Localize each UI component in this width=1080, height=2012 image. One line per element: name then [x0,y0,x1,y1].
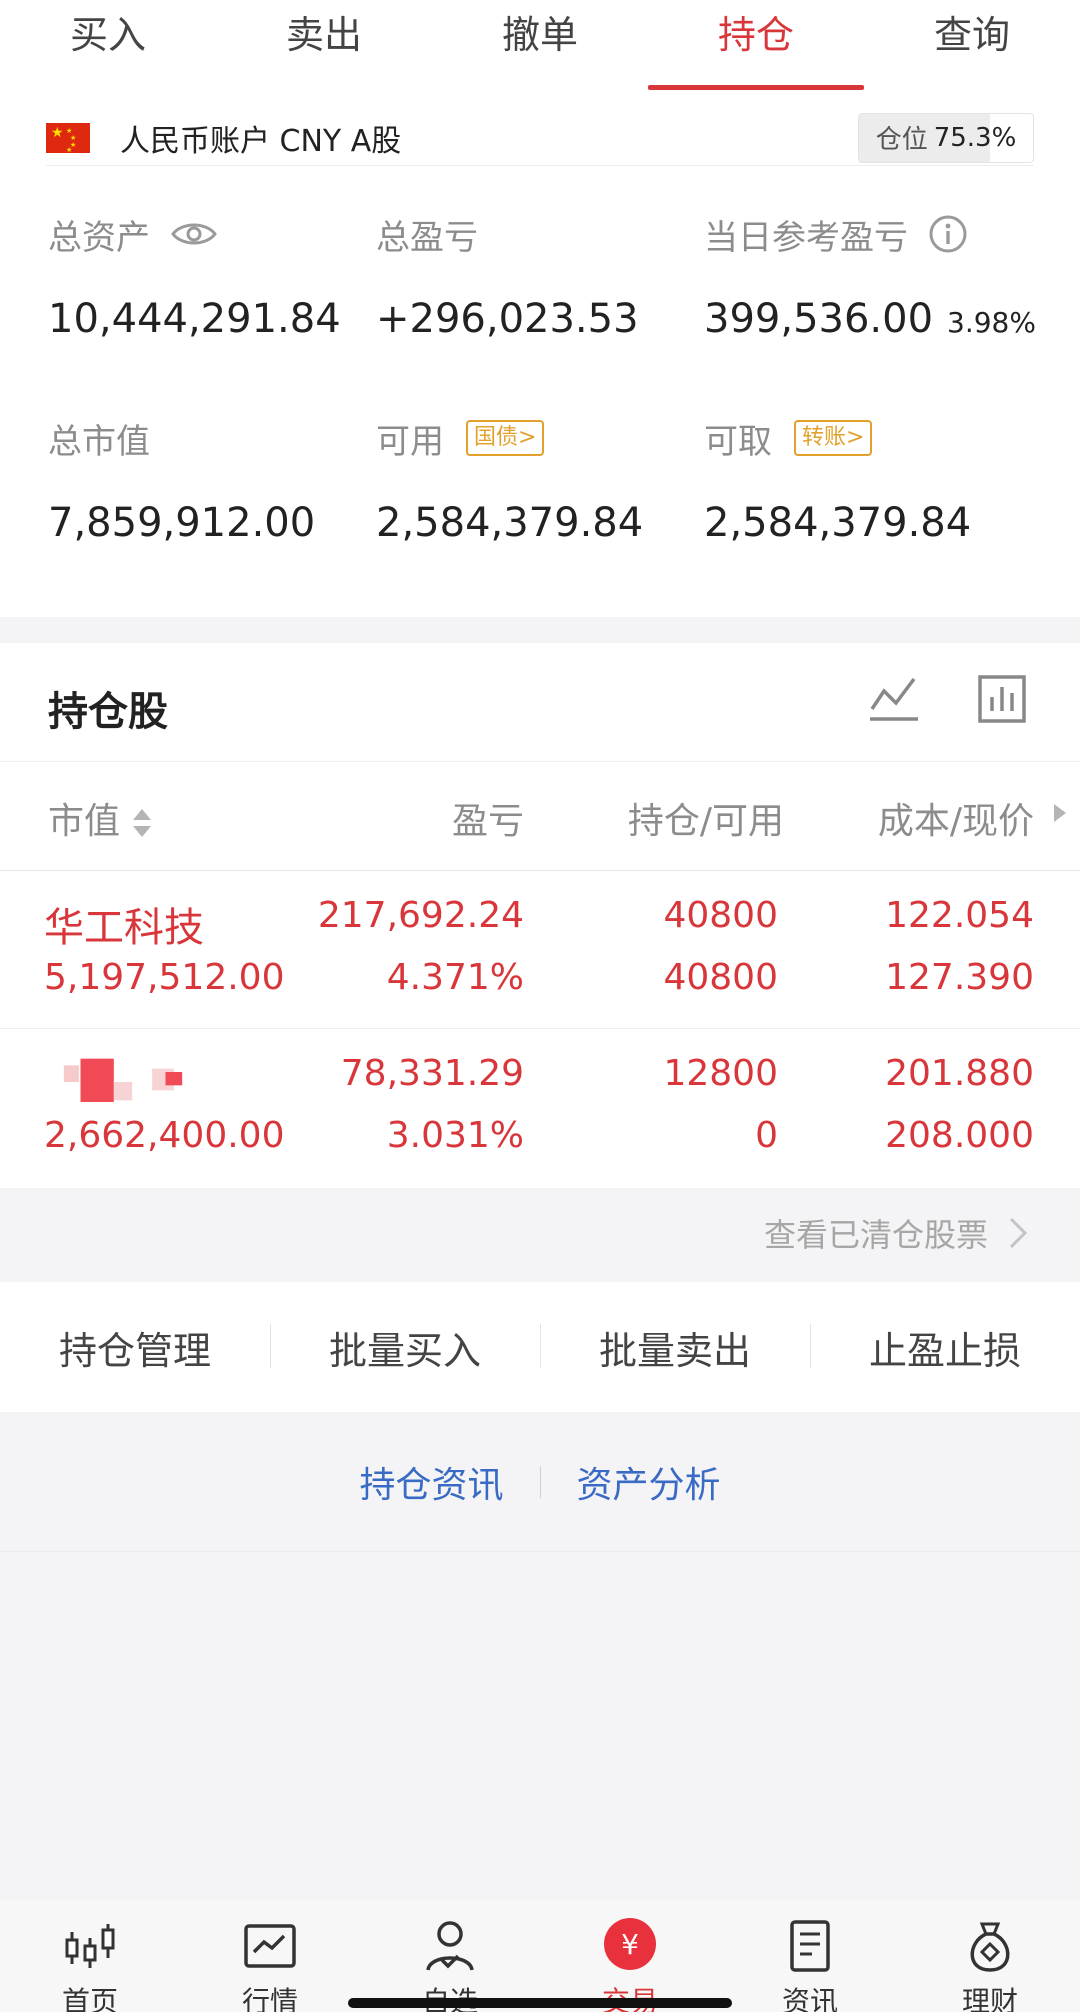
home-indicator [348,1998,732,2008]
total-assets-value: 10,444,291.84 [48,296,341,342]
nav-news[interactable]: 资讯 [720,1900,900,2012]
sort-icon [133,809,152,837]
nav-trade[interactable]: ¥ 交易 [540,1900,720,2012]
day-pnl-percent: 3.98% [947,306,1036,339]
total-pnl-label: 总盈亏 [376,217,478,258]
day-pnl-stat: 当日参考盈亏 399,536.00 3.98% [704,210,1036,342]
line-chart-icon[interactable] [868,673,920,725]
column-market-value[interactable]: 市值 [48,792,153,844]
nav-watchlist[interactable]: 自选 [360,1900,540,2012]
document-icon [790,1920,830,1972]
svg-text:¥: ¥ [621,1928,639,1961]
account-name: 人民币账户 CNY A股 [120,123,402,159]
total-assets-stat: 总资产 10,444,291.84 [48,210,341,343]
column-pnl[interactable]: 盈亏 [452,792,524,844]
nav-wealth-label: 理财 [961,1985,1018,2012]
holding-row[interactable]: 2,662,400.00 78,331.29 3.031% 12800 0 20… [0,1029,1080,1187]
stock-pnl-percent: 4.371% [386,957,524,998]
stock-holding: 40800 [663,895,778,936]
info-icon[interactable] [928,214,968,254]
stock-cost: 122.054 [885,895,1034,936]
total-pnl-value: +296,023.53 [376,296,639,342]
stock-pnl: 217,692.24 [317,895,524,936]
market-value-label: 总市值 [48,421,150,462]
nav-news-label: 资讯 [781,1985,838,2012]
nav-home[interactable]: 首页 [0,1900,180,2012]
stock-price: 208.000 [885,1115,1034,1156]
tab-buy[interactable]: 买入 [0,0,216,92]
day-pnl-amount: 399,536.00 [704,296,934,342]
market-value-stat: 总市值 7,859,912.00 [48,414,316,547]
stock-price: 127.390 [885,957,1034,998]
tab-sell[interactable]: 卖出 [216,0,432,92]
money-bag-icon [970,1922,1010,1972]
scroll-right-icon[interactable] [1052,802,1068,824]
batch-sell-button[interactable]: 批量卖出 [540,1320,810,1375]
available-stat: 可用 国债> 2,584,379.84 [376,414,643,546]
eye-icon[interactable] [170,219,218,249]
candlestick-icon [65,1924,115,1968]
position-ratio-badge: 仓位 75.3% [858,112,1034,163]
holdings-section: 持仓股 市值 盈亏 持仓/可用 成本/现价 华工科技 5,197,512.00 … [0,643,1080,1188]
available-value: 2,584,379.84 [376,500,644,546]
transfer-tag[interactable]: 转账> [794,420,873,456]
treasury-bond-tag[interactable]: 国债> [466,420,545,456]
column-market-value-label: 市值 [48,801,121,842]
info-links: 持仓资讯 资产分析 [0,1412,1080,1552]
total-assets-label: 总资产 [48,217,150,258]
top-tab-bar: 买入 卖出 撤单 持仓 查询 [0,0,1080,92]
position-label: 仓位 [875,125,928,155]
available-label: 可用 [376,421,444,462]
nav-wealth[interactable]: 理财 [900,1900,1080,2012]
nav-market[interactable]: 行情 [180,1900,360,2012]
stock-pnl: 78,331.29 [340,1053,524,1094]
column-cost-price[interactable]: 成本/现价 [878,792,1034,844]
market-value-value: 7,859,912.00 [48,500,316,546]
bottom-navigation: 首页 行情 自选 ¥ 交易 资讯 [0,1900,1080,2012]
stock-pnl-percent: 3.031% [386,1115,524,1156]
nav-market-label: 行情 [241,1985,298,2012]
stop-profit-loss-button[interactable]: 止盈止损 [810,1320,1080,1375]
tab-query[interactable]: 查询 [864,0,1080,92]
chart-icon [244,1924,296,1968]
position-management-button[interactable]: 持仓管理 [0,1320,270,1375]
tab-positions[interactable]: 持仓 [648,0,864,92]
day-pnl-value: 399,536.00 3.98% [704,296,1036,342]
batch-buy-button[interactable]: 批量买入 [270,1320,540,1375]
stock-cost: 201.880 [885,1053,1034,1094]
total-pnl-stat: 总盈亏 +296,023.53 [376,210,639,343]
withdrawable-label: 可取 [704,421,772,462]
account-selector[interactable]: ★ ★ ★ ★ ★ 人民币账户 CNY A股 仓位 75.3% [46,110,1034,166]
stock-available: 0 [755,1115,778,1156]
redacted-stock-name [63,1058,183,1102]
asset-analysis-link[interactable]: 资产分析 [577,1456,721,1508]
holdings-column-header: 市值 盈亏 持仓/可用 成本/现价 [0,761,1080,871]
bar-chart-icon[interactable] [976,673,1028,725]
stock-name: 华工科技 [44,905,204,951]
china-flag-icon: ★ ★ ★ ★ ★ [46,122,90,154]
person-check-icon [426,1921,474,1971]
position-value: 75.3% [933,122,1017,153]
stock-market-value: 5,197,512.00 [44,957,285,998]
yuan-icon: ¥ [604,1918,656,1970]
column-holding-available[interactable]: 持仓/可用 [628,792,784,844]
stock-holding: 12800 [663,1053,778,1094]
holding-news-link[interactable]: 持仓资讯 [359,1456,503,1508]
holdings-title: 持仓股 [48,689,168,735]
withdrawable-value: 2,584,379.84 [704,500,972,546]
divider [539,1465,541,1498]
chevron-right-icon [1009,1217,1028,1249]
view-cleared-label: 查看已清仓股票 [763,1216,988,1254]
tab-cancel-order[interactable]: 撤单 [432,0,648,92]
stock-market-value: 2,662,400.00 [44,1115,285,1156]
account-summary: ★ ★ ★ ★ ★ 人民币账户 CNY A股 仓位 75.3% 总资产 10,4… [0,92,1080,617]
stock-available: 40800 [663,957,778,998]
holding-row[interactable]: 华工科技 5,197,512.00 217,692.24 4.371% 4080… [0,871,1080,1029]
view-cleared-stocks[interactable]: 查看已清仓股票 [0,1188,1080,1282]
day-pnl-label: 当日参考盈亏 [704,217,908,258]
withdrawable-stat: 可取 转账> 2,584,379.84 [704,414,971,546]
holding-actions: 持仓管理 批量买入 批量卖出 止盈止损 [0,1282,1080,1412]
nav-home-label: 首页 [61,1985,118,2012]
